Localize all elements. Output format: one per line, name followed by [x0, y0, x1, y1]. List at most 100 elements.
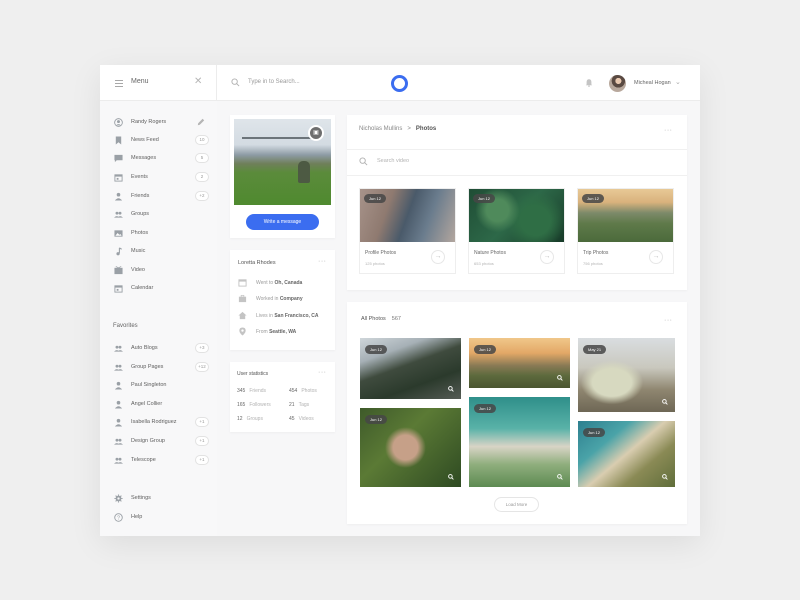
more-icon[interactable]: ··· — [318, 258, 327, 265]
close-icon[interactable]: ✕ — [194, 76, 202, 88]
about-row: Worked in Company — [238, 294, 333, 304]
date-badge: Jun 12 — [364, 194, 387, 203]
sidebar-item-label: Angel Collier — [131, 401, 163, 407]
image-icon — [114, 230, 123, 237]
avatar[interactable] — [609, 75, 626, 92]
sidebar-item-news-feed[interactable]: News Feed 10 — [114, 135, 209, 147]
profile-card: ▣ Write a message — [230, 115, 335, 238]
menu-label: Menu — [131, 78, 149, 85]
about-row: From Seattle, WA — [238, 327, 333, 337]
video-icon — [114, 266, 123, 275]
date-badge: Jun 12 — [365, 345, 388, 354]
sidebar-item-label: Photos — [131, 230, 149, 236]
sidebar-item-groups[interactable]: Groups — [114, 209, 209, 221]
calendar-icon — [238, 279, 247, 287]
calendar-icon — [114, 174, 123, 182]
sidebar-fav-paul-singleton[interactable]: Paul Singleton — [114, 380, 209, 392]
zoom-icon[interactable] — [557, 375, 563, 381]
photo-vintage-car[interactable]: May 21 — [578, 338, 675, 412]
profile-name: Loretta Rhodes — [238, 260, 276, 266]
search-icon — [359, 157, 368, 166]
sidebar-item-friends[interactable]: Friends +2 — [114, 191, 209, 203]
more-icon[interactable]: ··· — [664, 127, 673, 134]
photo-coastline[interactable]: Jun 12 — [578, 421, 675, 487]
sidebar-fav-isabella-rodriguez[interactable]: Isabella Rodriguez +1 — [114, 417, 209, 429]
more-icon[interactable]: ··· — [318, 369, 327, 376]
album-card-profile[interactable]: Jun 12 Profile Photos 125 photos → — [359, 188, 456, 274]
divider — [347, 149, 687, 150]
album-card-trip[interactable]: Jun 12 Trip Photos 756 photos → — [577, 188, 674, 274]
bell-icon[interactable] — [585, 78, 593, 87]
user-circle-icon — [114, 118, 123, 127]
sidebar-item-video[interactable]: Video — [114, 265, 209, 277]
favorites-heading: Favorites — [113, 323, 138, 329]
write-message-button[interactable]: Write a message — [246, 214, 319, 230]
sidebar-fav-auto-blogs[interactable]: Auto Blogs +3 — [114, 343, 209, 355]
sidebar-item-settings[interactable]: Settings — [114, 493, 209, 505]
camera-icon[interactable]: ▣ — [308, 125, 324, 141]
all-photos-heading: All Photos 567 — [361, 316, 401, 322]
count-badge: +1 — [195, 417, 209, 427]
sidebar-item-music[interactable]: Music — [114, 246, 209, 258]
breadcrumb-parent[interactable]: Nicholas Mullins — [359, 126, 402, 132]
zoom-icon[interactable] — [448, 474, 454, 480]
photo-sunset-field[interactable]: Jun 12 — [469, 338, 570, 388]
album-card-nature[interactable]: Jun 12 Nature Photos 653 photos → — [468, 188, 565, 274]
sidebar-item-randy-rogers[interactable]: Randy Rogers — [114, 117, 209, 129]
stat-photos: 454 Photos — [289, 388, 317, 394]
zoom-icon[interactable] — [662, 474, 668, 480]
group-icon — [114, 438, 123, 445]
all-photos-card: All Photos 567 ··· Jun 12 Jun 12 Jun 12 J… — [347, 302, 687, 524]
date-badge: May 21 — [583, 345, 607, 354]
app-logo[interactable] — [391, 75, 408, 92]
sidebar-item-label: Groups — [131, 211, 150, 217]
count-badge: 2 — [195, 172, 209, 182]
chevron-down-icon[interactable]: ⌄ — [675, 78, 681, 86]
photo-hands[interactable]: Jun 12 — [360, 408, 461, 487]
person-shape — [298, 161, 310, 183]
sidebar-item-help[interactable]: ? Help — [114, 512, 209, 524]
zoom-icon[interactable] — [557, 474, 563, 480]
user-statistics-card: User statistics ··· 345 Friends 454 Photos… — [230, 362, 335, 432]
sidebar-item-label: Calendar — [131, 285, 154, 291]
photo-mountain-road[interactable]: Jun 12 — [360, 338, 461, 399]
about-text: Went to Oh, Canada — [256, 280, 303, 286]
sidebar-item-label: News Feed — [131, 137, 159, 143]
group-icon — [114, 364, 123, 371]
sidebar-fav-angel-collier[interactable]: Angel Collier — [114, 399, 209, 411]
photo-count: 567 — [391, 316, 401, 322]
about-text: Lives in San Francisco, CA — [256, 313, 319, 319]
load-more-button[interactable]: Load More — [494, 497, 539, 512]
photo-aerial-beach[interactable]: Jun 12 — [469, 397, 570, 487]
date-badge: Jun 12 — [582, 194, 605, 203]
arrow-right-icon[interactable]: → — [540, 250, 554, 264]
arrow-right-icon[interactable]: → — [649, 250, 663, 264]
hamburger-icon[interactable] — [115, 80, 123, 87]
gear-icon — [114, 494, 123, 503]
album-count: 653 photos — [474, 261, 494, 266]
sidebar-item-events[interactable]: Events 2 — [114, 172, 209, 184]
arrow-right-icon[interactable]: → — [431, 250, 445, 264]
album-count: 756 photos — [583, 261, 603, 266]
more-icon[interactable]: ··· — [664, 317, 673, 324]
zoom-icon[interactable] — [448, 386, 454, 392]
about-card: Loretta Rhodes ··· Went to Oh, Canada Wo… — [230, 250, 335, 350]
sidebar-item-calendar[interactable]: Calendar — [114, 283, 209, 295]
sidebar-item-messages[interactable]: Messages 5 — [114, 153, 209, 165]
album-count: 125 photos — [365, 261, 385, 266]
album-search-input[interactable]: Search video — [377, 158, 409, 164]
zoom-icon[interactable] — [662, 399, 668, 405]
breadcrumb: Nicholas Mullins > Photos — [359, 126, 436, 132]
user-name[interactable]: Micheal Hogan — [634, 80, 671, 86]
sidebar-item-label: Telescope — [131, 457, 156, 463]
sidebar-fav-telescope[interactable]: Telescope +1 — [114, 455, 209, 467]
pencil-icon[interactable] — [197, 118, 205, 126]
sidebar-fav-group-pages[interactable]: Group Pages +12 — [114, 362, 209, 374]
stat-videos: 45 Videos — [289, 416, 314, 422]
sidebar-item-photos[interactable]: Photos — [114, 228, 209, 240]
date-badge: Jun 12 — [473, 194, 496, 203]
global-search-input[interactable]: Type in to Search... — [248, 79, 300, 85]
app-window: Menu ✕ Type in to Search... Micheal Hoga… — [100, 65, 700, 536]
sidebar-fav-design-group[interactable]: Design Group +1 — [114, 436, 209, 448]
person-icon — [114, 381, 123, 390]
